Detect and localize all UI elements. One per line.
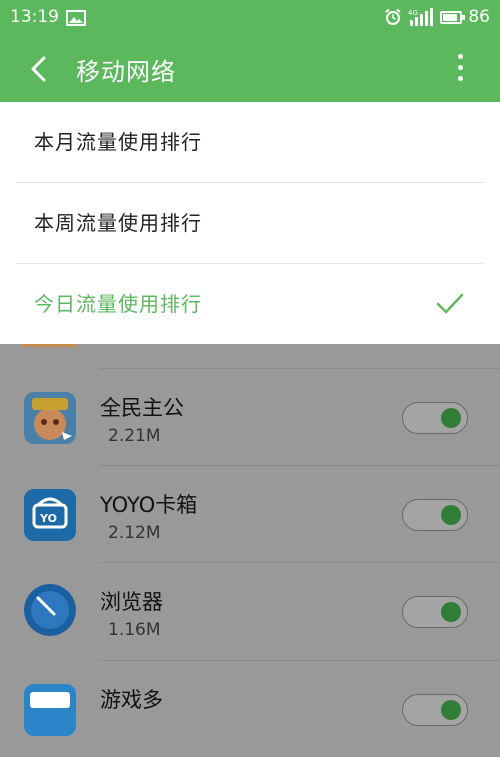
app-size: 1.16M: [108, 620, 161, 640]
toggle-knob: [441, 505, 461, 525]
check-icon: [436, 293, 464, 314]
more-dot: [457, 65, 463, 70]
app-size: 2.12M: [108, 523, 161, 543]
app-size: 2.21M: [108, 426, 161, 446]
battery-icon: [440, 10, 466, 24]
ranking-period-menu: 本月流量使用排行 本周流量使用排行 今日流量使用排行: [0, 102, 500, 344]
app-traffic-list: 全民主公 2.21M YO YOYO卡箱 2.12M 浏览器 1.16M 游戏多: [0, 344, 500, 736]
status-time: 13:19: [10, 7, 59, 27]
menu-item-label: 本月流量使用排行: [34, 130, 202, 154]
youxiduo-app-icon: [24, 684, 76, 736]
app-name: 浏览器: [100, 590, 163, 614]
toggle-knob: [441, 602, 461, 622]
back-arrow-icon[interactable]: [24, 54, 54, 84]
app-name: 全民主公: [100, 396, 184, 420]
menu-item-label: 今日流量使用排行: [34, 292, 202, 316]
browser-app-icon: [24, 584, 76, 636]
status-right-group: 4G 86: [384, 7, 490, 27]
network-toggle[interactable]: [402, 596, 468, 628]
more-dot: [457, 54, 463, 59]
svg-text:YO: YO: [39, 512, 57, 525]
toggle-knob: [441, 700, 461, 720]
app-header: 移动网络: [0, 36, 500, 102]
toggle-knob: [441, 408, 461, 428]
status-bar: 13:19 4G 86: [0, 0, 500, 36]
menu-item-monthly[interactable]: 本月流量使用排行: [0, 102, 500, 183]
app-row[interactable]: 游戏多: [0, 660, 500, 757]
signal-icon: 4G: [408, 8, 434, 26]
battery-level: 86: [468, 7, 490, 27]
svg-text:4G: 4G: [408, 9, 418, 17]
alarm-icon: [385, 8, 401, 25]
more-vertical-icon[interactable]: [456, 54, 464, 84]
app-name: 游戏多: [100, 688, 163, 712]
quanmin-zhugong-app-icon: [24, 392, 76, 444]
menu-item-label: 本周流量使用排行: [34, 211, 202, 235]
network-toggle[interactable]: [402, 499, 468, 531]
network-toggle[interactable]: [402, 402, 468, 434]
app-row[interactable]: YO YOYO卡箱 2.12M: [0, 465, 500, 562]
app-row[interactable]: 全民主公 2.21M: [0, 368, 500, 465]
menu-item-weekly[interactable]: 本周流量使用排行: [0, 183, 500, 264]
image-icon: [66, 10, 86, 26]
more-dot: [457, 76, 463, 81]
menu-item-today[interactable]: 今日流量使用排行: [0, 264, 500, 345]
network-toggle[interactable]: [402, 694, 468, 726]
yoyo-kaxiang-app-icon: YO: [24, 489, 76, 541]
battery-fill: [443, 13, 458, 21]
app-row[interactable]: 浏览器 1.16M: [0, 562, 500, 659]
page-title: 移动网络: [76, 58, 176, 86]
app-name: YOYO卡箱: [100, 493, 198, 517]
